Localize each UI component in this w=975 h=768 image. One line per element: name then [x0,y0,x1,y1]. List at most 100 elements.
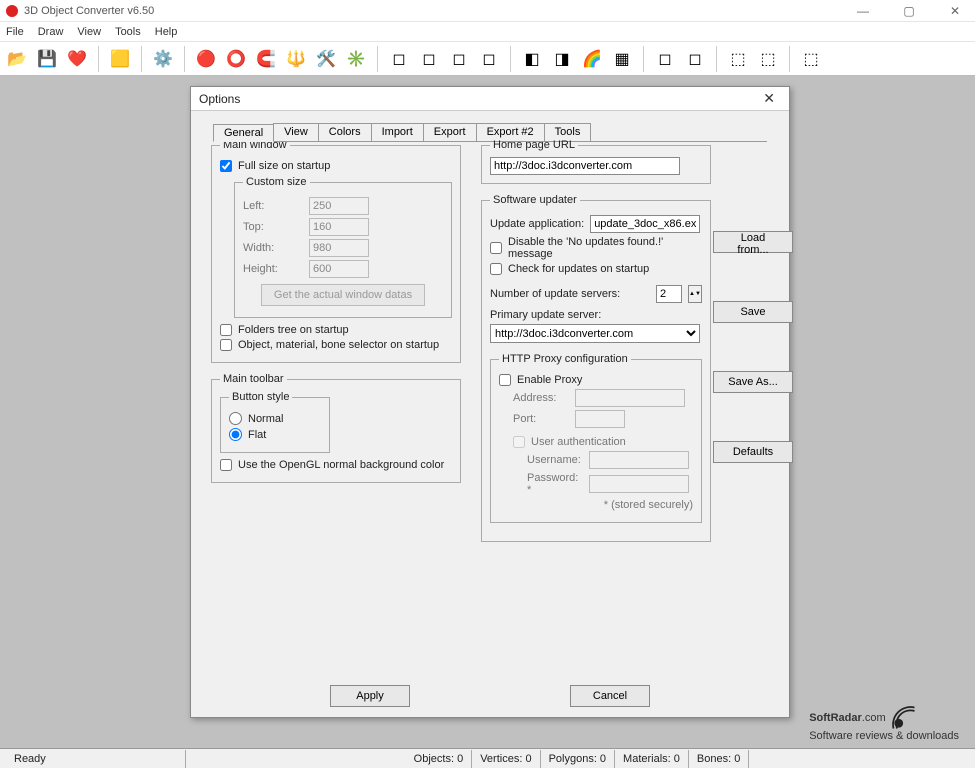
maximize-icon[interactable]: ▢ [895,4,923,18]
app-title: 3D Object Converter v6.50 [24,5,154,17]
disable-msg-checkbox[interactable] [490,242,502,254]
cube-icon[interactable]: 🟨 [109,48,131,70]
primary-server-label: Primary update server: [490,309,601,321]
fork-icon[interactable]: 🔱 [285,48,307,70]
gear-icon[interactable]: ⚙️ [152,48,174,70]
group-proxy: HTTP Proxy configuration Enable Proxy Ad… [490,353,702,523]
box6-icon[interactable]: ◻ [684,48,706,70]
group-custom-size: Custom size Left: Top: Width: Height: Ge… [234,176,452,318]
status-objects: Objects: 0 [406,750,473,768]
num-servers-input[interactable] [656,285,682,303]
menubar: File Draw View Tools Help [0,22,975,42]
menu-tools[interactable]: Tools [115,26,141,38]
username-label: Username: [527,454,583,466]
save-button[interactable]: Save [713,301,793,323]
favorite-icon[interactable]: ❤️ [66,48,88,70]
watermark: SoftRadar.com Software reviews & downloa… [809,704,959,742]
watermark-tag: Software reviews & downloads [809,730,959,742]
close-icon[interactable]: ✕ [941,4,969,18]
options-dialog: Options ✕ General View Colors Import Exp… [190,86,790,718]
group-updater: Software updater Update application: Dis… [481,194,711,542]
cancel-button[interactable]: Cancel [570,685,650,707]
spinner-icon[interactable]: ▲▼ [688,285,702,303]
solid-icon[interactable]: ◨ [551,48,573,70]
height-input[interactable] [309,260,369,278]
load-from-button[interactable]: Load from... [713,231,793,253]
separator [716,46,717,72]
enable-proxy-checkbox[interactable] [499,374,511,386]
status-vertices: Vertices: 0 [472,750,540,768]
normal-label: Normal [248,413,283,425]
proxy-address-input[interactable] [575,389,685,407]
status-ready: Ready [6,750,186,768]
user-auth-checkbox[interactable] [513,436,525,448]
misc-icon[interactable]: ⬚ [800,48,822,70]
cyl1-icon[interactable]: ⬚ [727,48,749,70]
box5-icon[interactable]: ◻ [654,48,676,70]
satellite-icon [890,704,918,732]
tab-general[interactable]: General [213,124,274,142]
menu-draw[interactable]: Draw [38,26,64,38]
statusbar: Ready Objects: 0 Vertices: 0 Polygons: 0… [0,748,975,768]
torus-icon[interactable]: ⭕ [225,48,247,70]
primary-server-select[interactable]: http://3doc.i3dconverter.com [490,324,700,343]
view1-icon[interactable]: ◻ [388,48,410,70]
apply-button[interactable]: Apply [330,685,410,707]
width-input[interactable] [309,239,369,257]
left-label: Left: [243,200,303,212]
menu-help[interactable]: Help [155,26,178,38]
wire-icon[interactable]: ✳️ [345,48,367,70]
password-input[interactable] [589,475,689,493]
legend-updater: Software updater [490,194,580,206]
menu-view[interactable]: View [77,26,101,38]
home-url-input[interactable] [490,157,680,175]
magnet-icon[interactable]: 🧲 [255,48,277,70]
legend-proxy: HTTP Proxy configuration [499,353,631,365]
update-app-input[interactable] [590,215,700,233]
proxy-port-input[interactable] [575,410,625,428]
view2-icon[interactable]: ◻ [418,48,440,70]
group-home-url: Home page URL [481,139,711,184]
minimize-icon[interactable]: — [849,4,877,18]
opengl-checkbox[interactable] [220,459,232,471]
checker-icon[interactable]: ▦ [611,48,633,70]
status-materials: Materials: 0 [615,750,689,768]
full-size-checkbox[interactable] [220,160,232,172]
cyl2-icon[interactable]: ⬚ [757,48,779,70]
rainbow-icon[interactable]: 🌈 [581,48,603,70]
save-as-button[interactable]: Save As... [713,371,793,393]
update-app-label: Update application: [490,218,584,230]
full-size-label: Full size on startup [238,160,330,172]
separator [643,46,644,72]
get-window-data-button[interactable]: Get the actual window datas [261,284,425,306]
proxy-address-label: Address: [513,392,569,404]
separator [98,46,99,72]
top-input[interactable] [309,218,369,236]
view4-icon[interactable]: ◻ [478,48,500,70]
normal-radio[interactable] [229,412,242,425]
password-label: Password: * [527,472,583,496]
tool-icon[interactable]: 🛠️ [315,48,337,70]
enable-proxy-label: Enable Proxy [517,374,582,386]
app-icon [6,5,18,17]
shaded-icon[interactable]: ◧ [521,48,543,70]
left-input[interactable] [309,197,369,215]
separator [789,46,790,72]
legend-home-url: Home page URL [490,139,578,151]
view3-icon[interactable]: ◻ [448,48,470,70]
separator [510,46,511,72]
folders-checkbox[interactable] [220,324,232,336]
flat-radio[interactable] [229,428,242,441]
check-startup-checkbox[interactable] [490,263,502,275]
open-icon[interactable]: 📂 [6,48,28,70]
username-input[interactable] [589,451,689,469]
dialog-titlebar: Options ✕ [191,87,789,111]
titlebar: 3D Object Converter v6.50 — ▢ ✕ [0,0,975,22]
save-icon[interactable]: 💾 [36,48,58,70]
defaults-button[interactable]: Defaults [713,441,793,463]
dialog-close-icon[interactable]: ✕ [757,90,781,107]
menu-file[interactable]: File [6,26,24,38]
sphere-icon[interactable]: 🔴 [195,48,217,70]
folders-label: Folders tree on startup [238,324,349,336]
selector-checkbox[interactable] [220,339,232,351]
